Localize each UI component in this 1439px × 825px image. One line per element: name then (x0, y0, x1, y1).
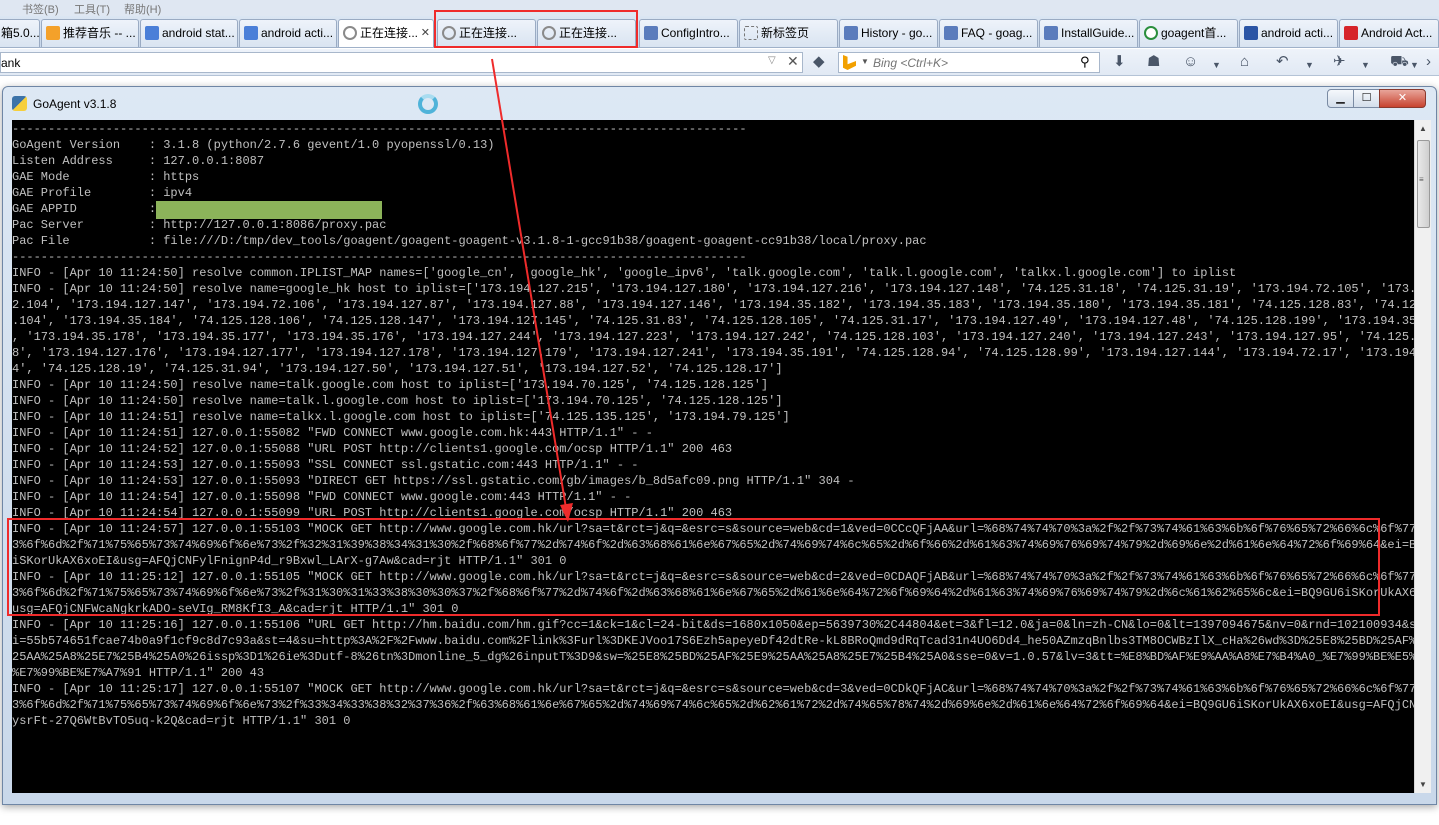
annotation-arrow (491, 58, 573, 522)
